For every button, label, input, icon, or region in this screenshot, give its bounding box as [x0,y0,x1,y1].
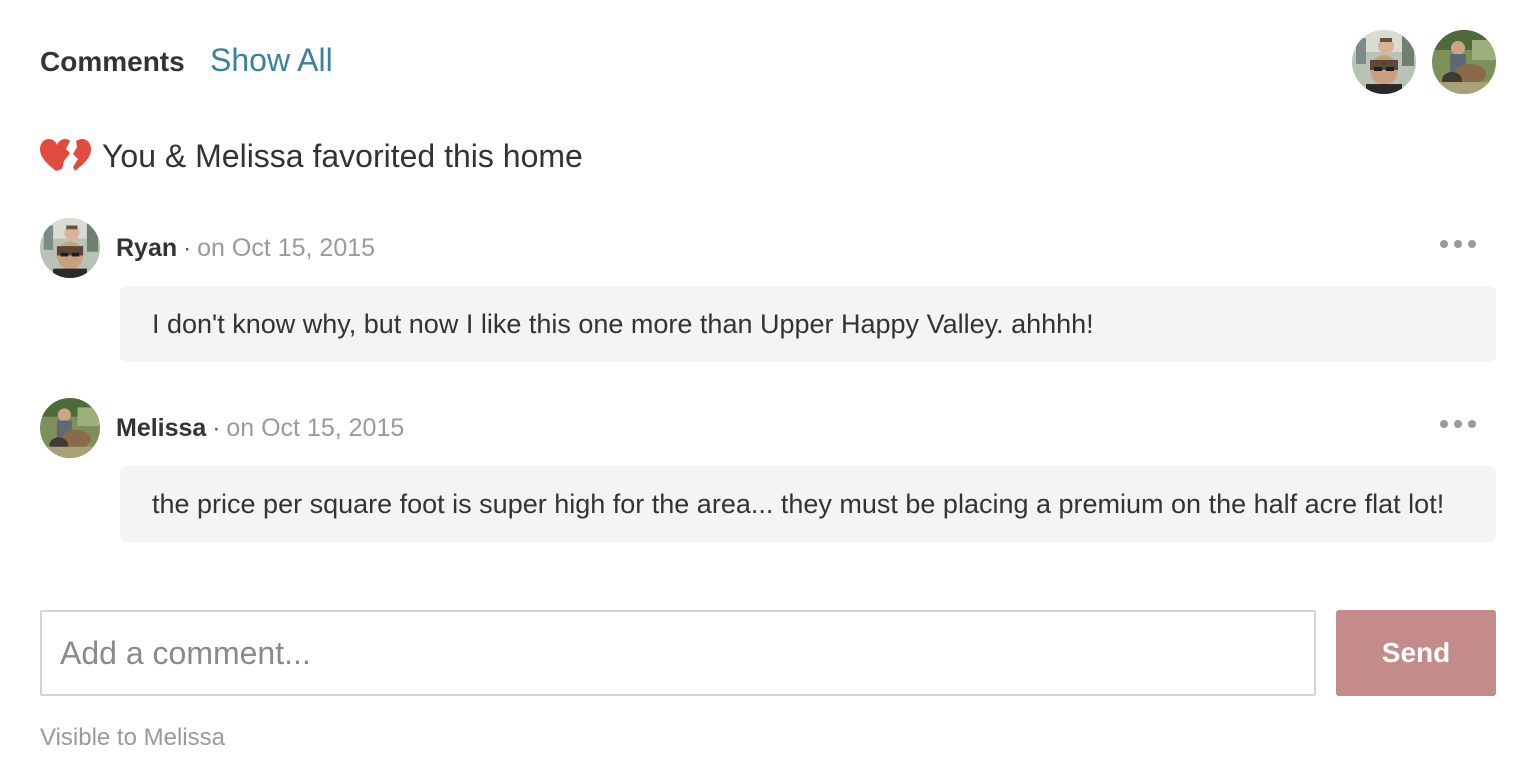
comment-header: Ryan · on Oct 15, 2015 [40,218,1496,278]
comments-header: Comments Show All [40,30,1496,94]
favorites-text: You & Melissa favorited this home [102,137,583,174]
avatar-ryan[interactable] [1352,30,1416,94]
show-all-link[interactable]: Show All [210,42,333,79]
avatar-melissa[interactable] [1432,30,1496,94]
comment-body: I don't know why, but now I like this on… [120,286,1496,362]
comment-compose: Send [40,610,1496,696]
visibility-note: Visible to Melissa [40,724,225,751]
comment-meta: Melissa · on Oct 15, 2015 [116,414,404,443]
comment-input[interactable] [40,610,1316,696]
comment-item: Ryan · on Oct 15, 2015 I don't know why,… [40,218,1496,362]
meta-separator: · [212,415,221,442]
participant-avatars [1352,30,1496,94]
comment-date: on Oct 15, 2015 [226,414,405,442]
comment-item: Melissa · on Oct 15, 2015 the price per … [40,398,1496,542]
broken-hearts-icon [40,139,91,171]
comments-title: Comments [40,46,185,77]
comment-header: Melissa · on Oct 15, 2015 [40,398,1496,458]
send-button[interactable]: Send [1336,610,1496,696]
comment-author: Melissa [116,414,207,442]
comment-avatar-ryan[interactable] [40,218,100,278]
comment-body: the price per square foot is super high … [120,466,1496,542]
meta-separator: · [183,235,192,262]
more-options-icon[interactable] [1440,240,1476,248]
comment-avatar-melissa[interactable] [40,398,100,458]
comment-author: Ryan [116,234,178,262]
favorites-row: You & Melissa favorited this home [40,136,583,176]
more-options-icon[interactable] [1440,420,1476,428]
comment-meta: Ryan · on Oct 15, 2015 [116,234,375,263]
comment-date: on Oct 15, 2015 [197,234,376,262]
